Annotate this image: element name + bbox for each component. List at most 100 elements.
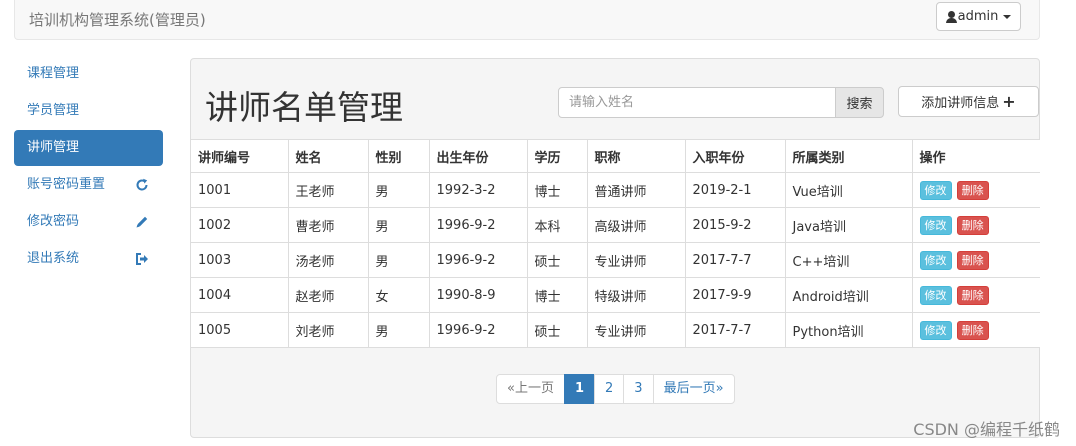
teacher-table: 讲师编号 姓名 性别 出生年份 学历 职称 入职年份 所属类别 操作 1001 …	[191, 139, 1040, 348]
table-row: 1002 曹老师 男 1996-9-2 本科 高级讲师 2015-9-2 Jav…	[191, 207, 1040, 243]
cell-id: 1001	[191, 172, 289, 208]
cell-category: C++培训	[784, 242, 913, 278]
cell-hire-date: 2017-7-7	[684, 312, 786, 348]
prev-page-button[interactable]: «上一页	[496, 374, 565, 404]
cell-birth: 1990-8-9	[428, 277, 528, 313]
delete-button[interactable]: 删除	[956, 285, 989, 305]
cell-category: Android培训	[784, 277, 913, 313]
cell-name: 赵老师	[287, 277, 369, 313]
column-header: 学历	[526, 139, 588, 173]
edit-button[interactable]: 修改	[919, 180, 952, 200]
page-1-button[interactable]: 1	[563, 374, 596, 404]
edit-button[interactable]: 修改	[919, 215, 952, 235]
column-header: 讲师编号	[191, 139, 289, 173]
cell-name: 曹老师	[287, 207, 369, 243]
table-header-row: 讲师编号 姓名 性别 出生年份 学历 职称 入职年份 所属类别 操作	[191, 139, 1040, 173]
sidebar-item-course[interactable]: 课程管理	[14, 56, 163, 92]
cell-category: Java培训	[784, 207, 913, 243]
cell-birth: 1992-3-2	[428, 172, 528, 208]
column-header: 入职年份	[684, 139, 786, 173]
page-title: 讲师名单管理	[205, 88, 403, 127]
edit-button[interactable]: 修改	[919, 285, 952, 305]
cell-title: 普通讲师	[586, 172, 686, 208]
cell-category: Python培训	[784, 312, 913, 348]
sidebar-item-label: 修改密码	[27, 214, 80, 229]
refresh-icon	[135, 167, 149, 203]
cell-category: Vue培训	[784, 172, 913, 208]
sidebar-item-change-password[interactable]: 修改密码	[14, 204, 163, 240]
watermark: CSDN @编程千纸鹤	[913, 420, 1060, 439]
delete-button[interactable]: 删除	[956, 180, 989, 200]
cell-hire-date: 2015-9-2	[684, 207, 786, 243]
column-header: 职称	[586, 139, 686, 173]
sidebar-item-teacher[interactable]: 讲师管理	[14, 130, 163, 166]
cell-gender: 男	[367, 312, 430, 348]
teacher-panel: 讲师名单管理 搜索 添加讲师信息 + 讲师编号 姓名 性别 出生年份 学历 职称…	[190, 58, 1040, 438]
cell-title: 高级讲师	[586, 207, 686, 243]
cell-title: 特级讲师	[586, 277, 686, 313]
cell-gender: 男	[367, 207, 430, 243]
sidebar-nav: 课程管理 学员管理 讲师管理 账号密码重置 修改密码 退出系统	[14, 56, 163, 278]
table-row: 1004 赵老师 女 1990-8-9 博士 特级讲师 2017-9-9 And…	[191, 277, 1040, 313]
cell-gender: 男	[367, 242, 430, 278]
plus-icon: +	[1002, 92, 1016, 111]
cell-actions: 修改 删除	[911, 242, 1040, 278]
pencil-icon	[135, 204, 149, 240]
cell-actions: 修改 删除	[911, 172, 1040, 208]
cell-birth: 1996-9-2	[428, 207, 528, 243]
cell-title: 专业讲师	[586, 242, 686, 278]
cell-gender: 男	[367, 172, 430, 208]
table-row: 1003 汤老师 男 1996-9-2 硕士 专业讲师 2017-7-7 C++…	[191, 242, 1040, 278]
user-name: admin	[957, 9, 999, 24]
cell-actions: 修改 删除	[911, 277, 1040, 313]
cell-gender: 女	[367, 277, 430, 313]
cell-hire-date: 2017-7-7	[684, 242, 786, 278]
table-row: 1005 刘老师 男 1996-9-2 硕士 专业讲师 2017-7-7 Pyt…	[191, 312, 1040, 348]
add-teacher-button[interactable]: 添加讲师信息 +	[898, 86, 1039, 117]
edit-button[interactable]: 修改	[919, 320, 952, 340]
sidebar-item-logout[interactable]: 退出系统	[14, 241, 163, 277]
column-header: 性别	[367, 139, 430, 173]
table-row: 1001 王老师 男 1992-3-2 博士 普通讲师 2019-2-1 Vue…	[191, 172, 1040, 208]
sidebar-item-reset-password[interactable]: 账号密码重置	[14, 167, 163, 203]
cell-birth: 1996-9-2	[428, 242, 528, 278]
cell-hire-date: 2017-9-9	[684, 277, 786, 313]
last-page-button[interactable]: 最后一页»	[652, 374, 735, 404]
top-navbar: 培训机构管理系统(管理员) admin	[14, 0, 1040, 40]
cell-degree: 硕士	[526, 312, 588, 348]
cell-name: 刘老师	[287, 312, 369, 348]
cell-name: 汤老师	[287, 242, 369, 278]
column-header: 出生年份	[428, 139, 528, 173]
sidebar-item-label: 账号密码重置	[27, 177, 106, 192]
delete-button[interactable]: 删除	[956, 320, 989, 340]
user-icon	[945, 10, 957, 23]
search-button[interactable]: 搜索	[835, 87, 884, 118]
app-title[interactable]: 培训机构管理系统(管理员)	[29, 9, 206, 30]
delete-button[interactable]: 删除	[956, 250, 989, 270]
logout-icon	[135, 241, 149, 277]
cell-degree: 本科	[526, 207, 588, 243]
page-2-button[interactable]: 2	[594, 374, 625, 404]
user-menu-button[interactable]: admin	[936, 2, 1021, 31]
delete-button[interactable]: 删除	[956, 215, 989, 235]
cell-birth: 1996-9-2	[428, 312, 528, 348]
cell-id: 1003	[191, 242, 289, 278]
sidebar-item-label: 讲师管理	[27, 140, 80, 155]
search-input[interactable]	[558, 87, 836, 118]
add-teacher-label: 添加讲师信息	[921, 96, 1000, 111]
cell-id: 1002	[191, 207, 289, 243]
cell-actions: 修改 删除	[911, 207, 1040, 243]
caret-down-icon	[1003, 14, 1012, 19]
cell-hire-date: 2019-2-1	[684, 172, 786, 208]
cell-degree: 博士	[526, 172, 588, 208]
page-3-button[interactable]: 3	[623, 374, 654, 404]
cell-degree: 博士	[526, 277, 588, 313]
pagination: «上一页 1 2 3 最后一页»	[496, 374, 735, 404]
edit-button[interactable]: 修改	[919, 250, 952, 270]
sidebar-item-student[interactable]: 学员管理	[14, 93, 163, 129]
cell-actions: 修改 删除	[911, 312, 1040, 348]
sidebar-item-label: 课程管理	[27, 66, 80, 81]
column-header: 所属类别	[784, 139, 913, 173]
column-header: 操作	[911, 139, 1040, 173]
cell-id: 1004	[191, 277, 289, 313]
